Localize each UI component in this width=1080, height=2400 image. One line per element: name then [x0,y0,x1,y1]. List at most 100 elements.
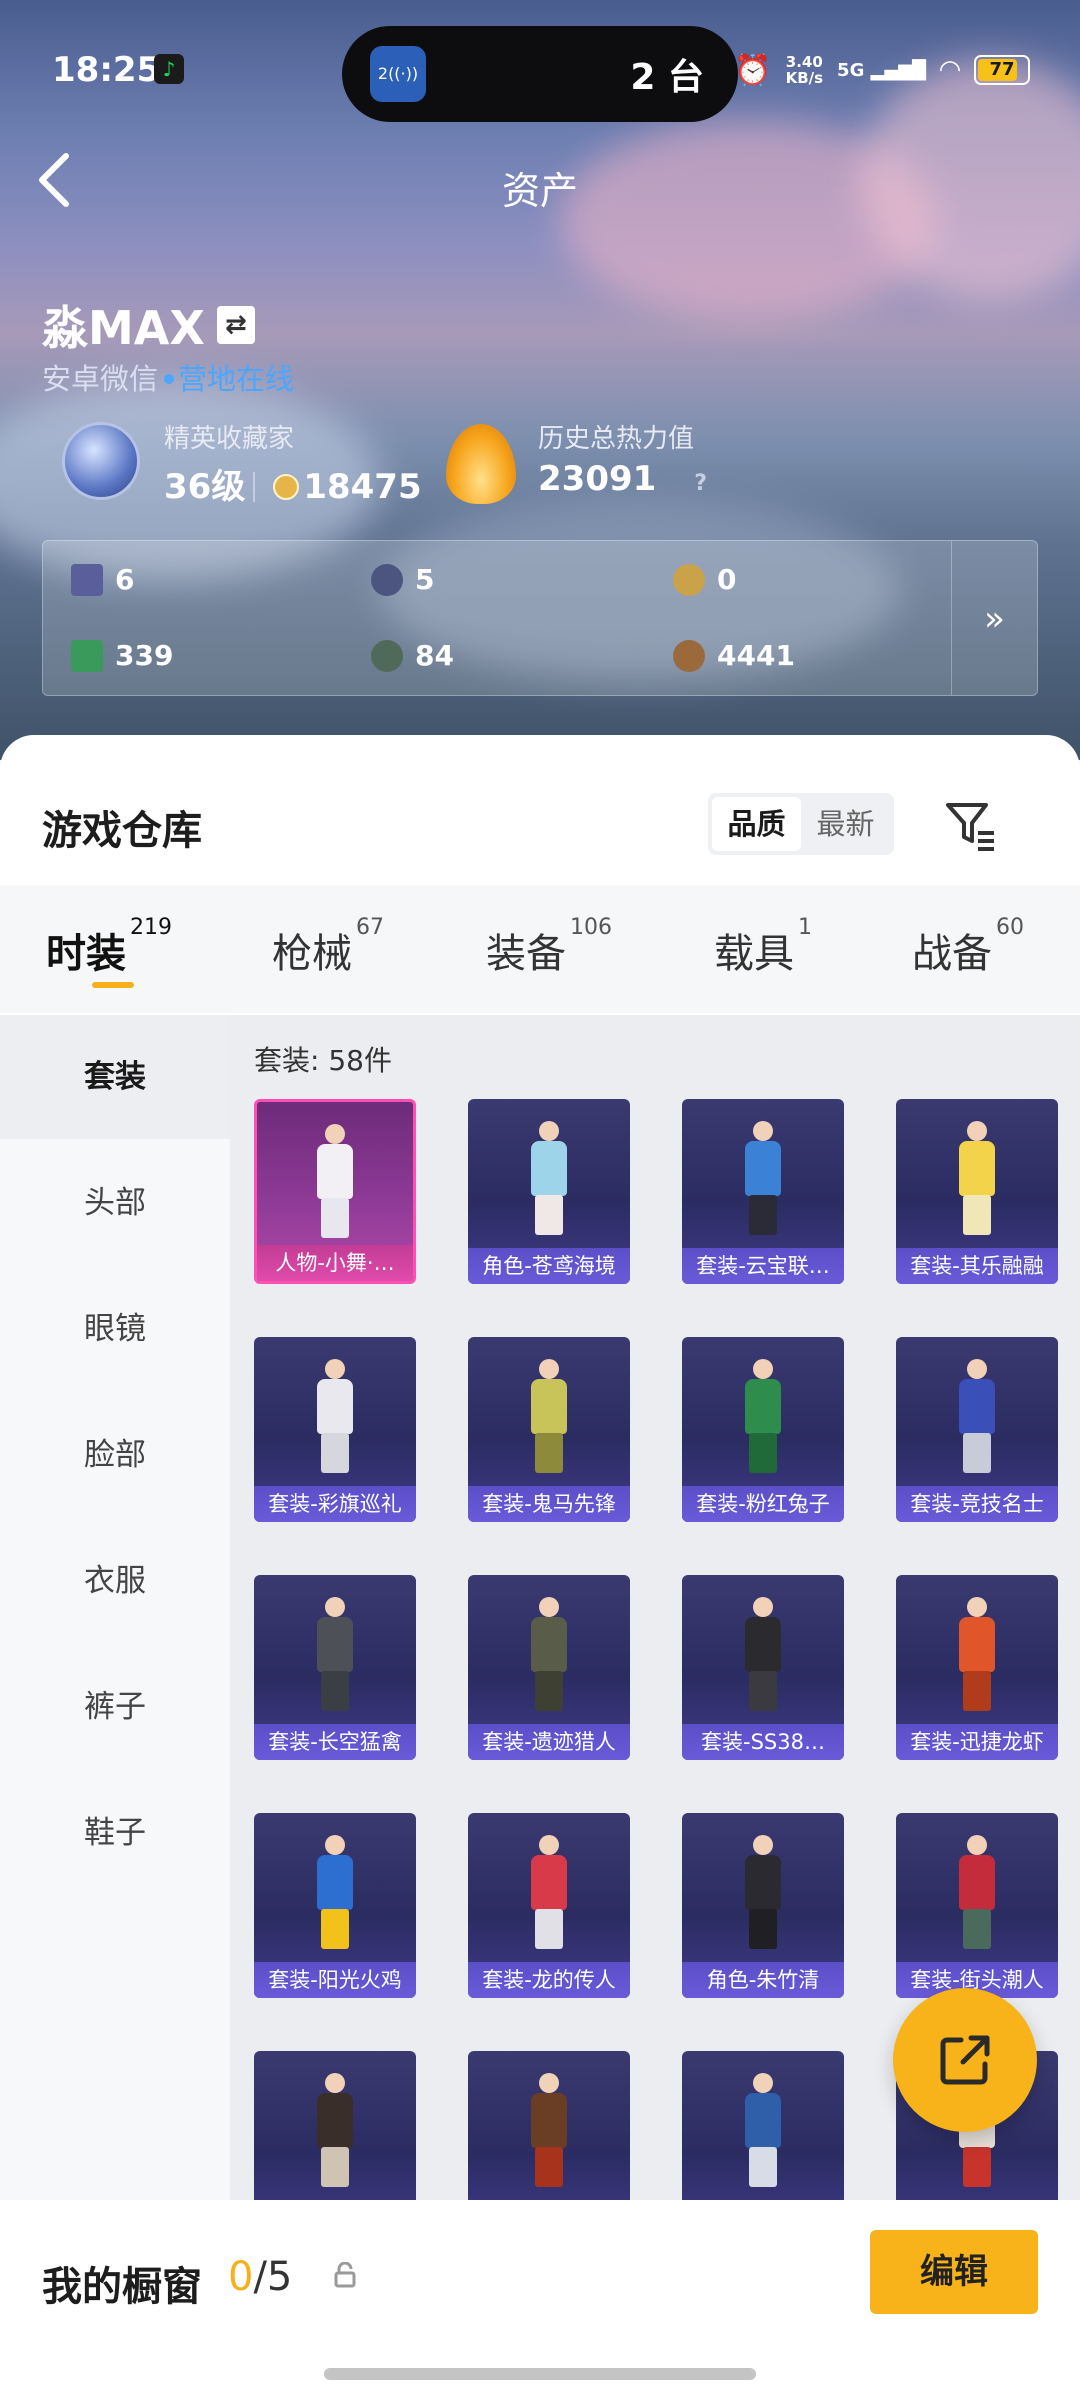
item-name: 套装-SS38… [682,1724,844,1760]
category-glasses[interactable]: 眼镜 [0,1267,230,1391]
rank-label: 精英收藏家 [164,424,295,454]
rank-points: 18475 [303,467,422,507]
sort-newest[interactable]: 最新 [801,797,890,851]
category-head[interactable]: 头部 [0,1141,230,1265]
item-card[interactable]: 套装-长空猛禽 [254,1575,416,1760]
rank-stat[interactable]: 精英收藏家 36级 18475 [164,418,422,508]
online-dot [164,374,175,384]
item-card[interactable] [468,2051,630,2200]
battery-icon: 77 [974,55,1030,85]
category-sidebar: 套装 头部 眼镜 脸部 衣服 裤子 鞋子 [0,1015,230,2200]
tab-supplies[interactable]: 战备60 [912,915,1024,979]
edit-button[interactable]: 编辑 [870,2230,1038,2314]
more-currencies-button[interactable]: » [951,541,1037,695]
item-name: 套装-彩旗巡礼 [254,1486,416,1522]
currency-item: 6 [71,563,134,596]
lock-icon [334,2262,356,2288]
share-button[interactable] [893,1988,1037,2132]
coin-icon [273,473,300,500]
outfit-figure [733,1359,793,1474]
platform-text: 安卓微信 [42,362,159,396]
outfit-figure [305,2073,365,2188]
item-name: 套装-龙的传人 [468,1962,630,1998]
player-platform: 安卓微信 营地在线 [42,356,294,398]
item-card[interactable]: 套装-竞技名士 [896,1337,1058,1522]
outfit-figure [519,1359,579,1474]
item-card[interactable]: 人物-小舞·… [254,1099,416,1284]
wifi-icon: ◠ [940,55,960,85]
heat-stat[interactable]: 历史总热力值 23091? [538,418,707,499]
outfit-figure [519,1597,579,1712]
item-card[interactable]: 套装-彩旗巡礼 [254,1337,416,1522]
token-icon [371,563,403,596]
currency-item: 84 [371,639,454,672]
tab-guns[interactable]: 枪械67 [272,915,384,979]
item-card[interactable]: 套装-云宝联… [682,1099,844,1284]
outfit-figure [947,1597,1007,1712]
outfit-figure [305,1835,365,1950]
share-icon [940,2035,990,2085]
category-shoes[interactable]: 鞋子 [0,1771,230,1895]
item-name: 套装-长空猛禽 [254,1724,416,1760]
item-name: 角色-苍鸢海境 [468,1248,630,1284]
item-card[interactable] [254,2051,416,2200]
item-card[interactable]: 角色-朱竹清 [682,1813,844,1998]
sort-toggle[interactable]: 品质 最新 [708,793,894,855]
item-card[interactable] [682,2051,844,2200]
active-tab-indicator [92,982,134,988]
heat-label: 历史总热力值 [538,424,695,454]
category-suit[interactable]: 套装 [0,1015,230,1139]
filter-icon[interactable] [942,797,998,853]
item-card[interactable]: 套装-SS38… [682,1575,844,1760]
showcase-label: 我的橱窗 [42,2264,202,2310]
tab-fashion[interactable]: 时装219 [46,915,172,979]
tab-vehicles[interactable]: 载具1 [714,915,812,979]
status-icons: ⏰ 3.40 KB/s 5G ▂▄▆█ ◠ 77 [734,50,1030,90]
category-pants[interactable]: 裤子 [0,1645,230,1769]
item-card[interactable]: 套装-鬼马先锋 [468,1337,630,1522]
currency-panel[interactable]: 6 5 0 339 84 4441 » [42,540,1038,696]
music-app-icon: ♪ [154,54,184,84]
online-status: 营地在线 [178,362,295,396]
currency-item: 5 [371,563,434,596]
status-bar: 18:25 ♪ 2((·)) 2 台 ⏰ 3.40 KB/s 5G ▂▄▆█ ◠ … [0,26,1080,122]
item-name: 套装-粉红兔子 [682,1486,844,1522]
signal-icon: 5G ▂▄▆█ [837,59,926,81]
tab-equipment[interactable]: 装备106 [486,915,612,979]
device-count: 2 台 [630,57,704,98]
outfit-figure [305,1124,365,1239]
category-clothes[interactable]: 衣服 [0,1519,230,1643]
item-card[interactable]: 套装-其乐融融 [896,1099,1058,1284]
item-card[interactable]: 套装-龙的传人 [468,1813,630,1998]
heat-value-row: 23091? [538,459,707,499]
warehouse-title: 游戏仓库 [42,808,202,854]
home-indicator [324,2368,756,2380]
player-name: 淼MAX ⇄ [42,292,255,358]
bronze-token-icon [673,639,705,672]
item-name: 套装-云宝联… [682,1248,844,1284]
switch-account-icon[interactable]: ⇄ [216,306,255,344]
item-card[interactable]: 套装-街头潮人 [896,1813,1058,1998]
outfit-figure [519,1835,579,1950]
item-card[interactable]: 角色-苍鸢海境 [468,1099,630,1284]
heat-value: 23091 [538,459,657,499]
cast-icon: 2((·)) [370,46,426,102]
dynamic-island[interactable]: 2((·)) 2 台 [342,26,738,122]
outfit-figure [733,1597,793,1712]
sort-quality[interactable]: 品质 [712,797,801,851]
item-name: 套装-阳光火鸡 [254,1962,416,1998]
item-card[interactable]: 套装-迅捷龙虾 [896,1575,1058,1760]
currency-item: 339 [71,639,173,672]
category-face[interactable]: 脸部 [0,1393,230,1517]
showcase-count: 0/5 [228,2254,293,2300]
item-card[interactable]: 套装-粉红兔子 [682,1337,844,1522]
item-card[interactable]: 套装-遗迹猎人 [468,1575,630,1760]
item-card[interactable]: 套装-阳光火鸡 [254,1813,416,1998]
player-name-text: 淼MAX [42,301,205,355]
currency-item: 4441 [673,639,795,672]
alarm-icon: ⏰ [734,52,772,88]
help-icon[interactable]: ? [694,471,707,496]
outfit-figure [519,2073,579,2188]
item-name: 套装-其乐融融 [896,1248,1058,1284]
item-name: 套装-迅捷龙虾 [896,1724,1058,1760]
